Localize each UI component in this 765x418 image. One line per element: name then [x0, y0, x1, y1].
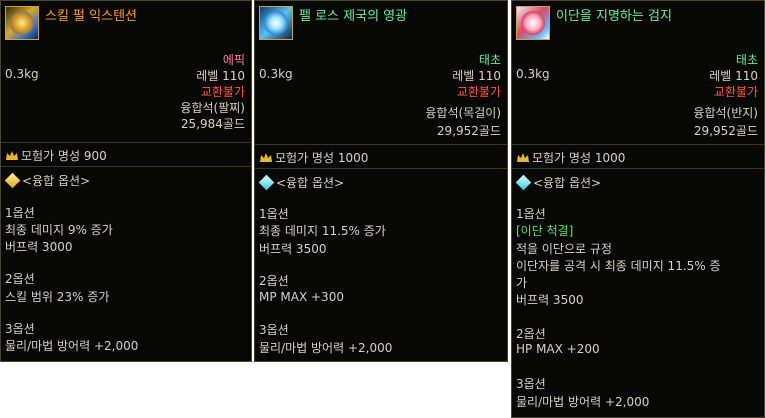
option-2-label: 2옵션 — [5, 272, 35, 286]
sell-price: 29,952골드 — [436, 124, 501, 138]
option-3-line: 물리/마법 방어력 +2,000 — [259, 341, 393, 355]
option-1-label: 1옵션 — [259, 207, 289, 221]
option-3-label: 3옵션 — [516, 377, 546, 391]
item-tooltip-3: 이단을 지명하는 검지 태초 0.3kg 레벨 110 교환불가 융합석(반지)… — [511, 0, 765, 418]
option-1-line: 최종 데미지 9% 증가 — [5, 223, 113, 237]
item-title: 스킬 펄 익스텐션 — [45, 9, 137, 24]
fame-crown-icon — [260, 153, 272, 162]
option-2-label: 2옵션 — [516, 327, 546, 341]
option-1-line: 버프력 3500 — [259, 242, 327, 256]
option-1-label: 1옵션 — [516, 207, 546, 221]
weight-label: 0.3kg — [259, 67, 293, 81]
option-1-line: 적을 이단으로 규정 — [516, 242, 612, 256]
fusion-stone-type: 융합석(반지) — [693, 106, 758, 120]
untradeable-label: 교환불가 — [456, 85, 501, 99]
ring-item-icon — [516, 6, 550, 40]
option-2-line: MP MAX +300 — [259, 290, 344, 304]
adventurer-fame: 모험가 명성 1000 — [259, 149, 368, 166]
option-3-line: 물리/마법 방어력 +2,000 — [516, 395, 650, 409]
fame-crown-icon — [6, 151, 18, 160]
option-1-line: 가 — [516, 276, 528, 290]
rarity-label: 태초 — [735, 53, 758, 67]
rarity-label: 에픽 — [222, 53, 245, 67]
fusion-option-header: <융합 옵션> — [515, 174, 601, 191]
fusion-stone-type: 융합석(목걸이) — [425, 106, 501, 120]
item-title: 펠 로스 제국의 영광 — [299, 9, 408, 24]
untradeable-label: 교환불가 — [200, 85, 245, 99]
item-title: 이단을 지명하는 검지 — [556, 9, 672, 24]
adventurer-fame: 모험가 명성 900 — [5, 147, 107, 164]
fusion-option-header: <융합 옵션> — [258, 174, 344, 191]
level-label: 레벨 110 — [452, 69, 501, 83]
option-1-line: 최종 데미지 11.5% 증가 — [259, 224, 386, 238]
necklace-item-icon — [259, 6, 293, 40]
fusion-option-header: <융합 옵션> — [4, 172, 90, 189]
option-2-line: HP MAX +200 — [516, 342, 600, 356]
option-3-label: 3옵션 — [5, 322, 35, 336]
untradeable-label: 교환불가 — [713, 85, 758, 99]
adventurer-fame: 모험가 명성 1000 — [516, 149, 625, 166]
option-3-line: 물리/마법 방어력 +2,000 — [5, 339, 139, 353]
weight-label: 0.3kg — [5, 67, 39, 81]
option-1-line: 버프력 3000 — [5, 240, 73, 254]
option-1-set-tag: [이단 척결] — [516, 224, 574, 238]
option-1-line: 이단자를 공격 시 최종 데미지 11.5% 증 — [516, 259, 721, 273]
level-label: 레벨 110 — [196, 69, 245, 83]
option-2-label: 2옵션 — [259, 274, 289, 288]
option-3-label: 3옵션 — [259, 323, 289, 337]
fusion-option-icon — [515, 174, 532, 191]
fusion-option-icon — [4, 172, 21, 189]
fusion-stone-type: 융합석(팔찌) — [180, 101, 245, 115]
rarity-label: 태초 — [478, 53, 501, 67]
option-1-line: 버프력 3500 — [516, 293, 584, 307]
option-2-line: 스킬 범위 23% 증가 — [5, 290, 110, 304]
bracelet-item-icon — [5, 6, 39, 40]
option-1-label: 1옵션 — [5, 206, 35, 220]
fame-crown-icon — [517, 153, 529, 162]
item-tooltip-1: 스킬 펄 익스텐션 에픽 0.3kg 레벨 110 교환불가 융합석(팔찌) 2… — [0, 0, 252, 362]
level-label: 레벨 110 — [709, 69, 758, 83]
fusion-option-icon — [258, 174, 275, 191]
sell-price: 25,984골드 — [180, 117, 245, 131]
weight-label: 0.3kg — [516, 67, 550, 81]
sell-price: 29,952골드 — [693, 124, 758, 138]
item-tooltip-2: 펠 로스 제국의 영광 태초 0.3kg 레벨 110 교환불가 융합석(목걸이… — [254, 0, 508, 362]
